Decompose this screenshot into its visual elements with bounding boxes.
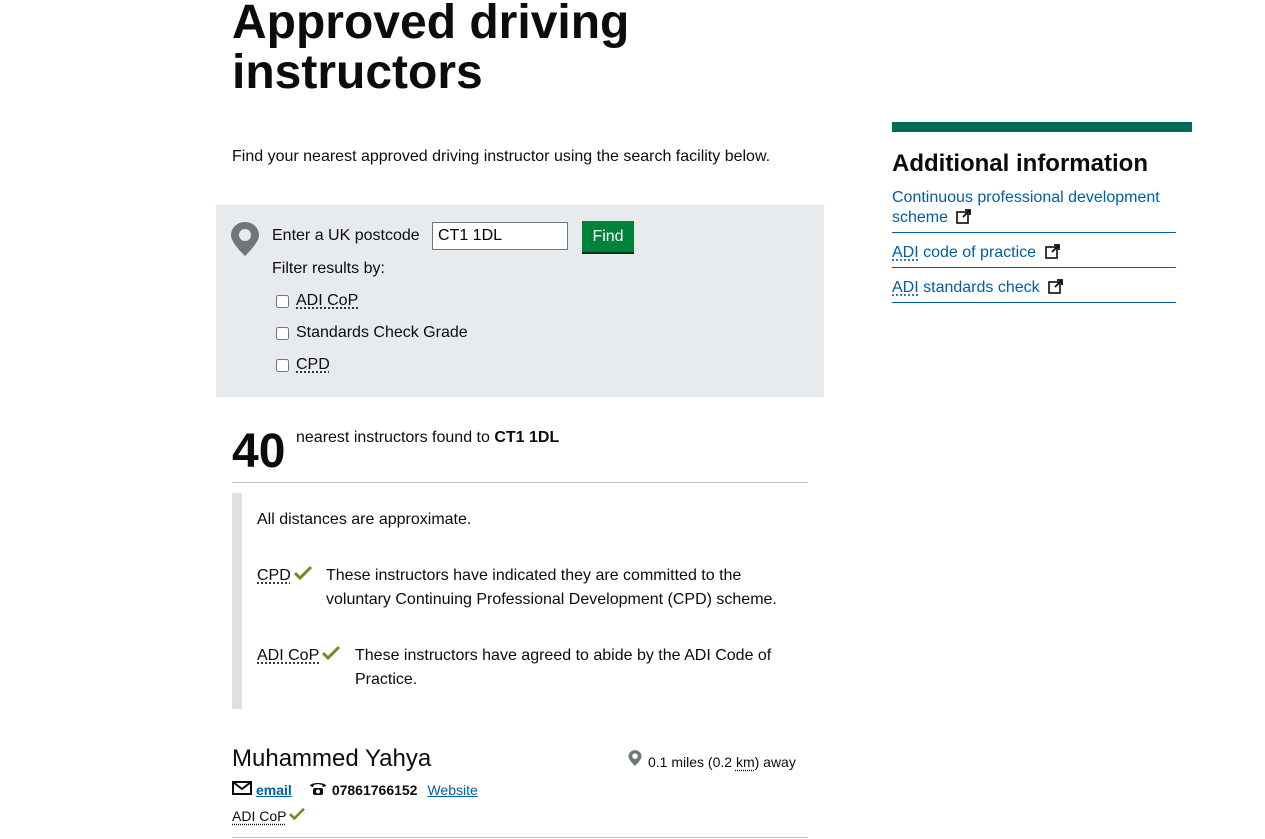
- find-button[interactable]: Find: [582, 221, 634, 252]
- external-link-icon: [956, 209, 972, 230]
- instructor-distance: 0.1 miles (0.2 km) away: [628, 749, 796, 770]
- map-pin-icon: [230, 221, 260, 262]
- filter-cpd-label: CPD: [296, 356, 330, 373]
- sidebar-link-adi-standards-check[interactable]: ADI standards check: [892, 278, 1176, 303]
- key-desc-adi-cop: These instructors have agreed to abide b…: [355, 647, 772, 688]
- key-term-adi-cop: ADI CoP: [257, 645, 341, 666]
- distance-unit: km: [735, 754, 755, 770]
- additional-information-sidebar: Additional information Continuous profes…: [892, 122, 1192, 313]
- key-desc-cpd: These instructors have indicated they ar…: [326, 567, 777, 608]
- sidebar-link-standards-check-label: standards check: [918, 279, 1040, 296]
- key-term-adi-cop-label: ADI CoP: [257, 646, 320, 664]
- filter-cpd[interactable]: CPD: [276, 356, 330, 374]
- filter-standards-check-grade-label: Standards Check Grade: [296, 324, 468, 341]
- telephone-icon: [308, 780, 328, 799]
- badge-label: ADI CoP: [232, 807, 287, 824]
- results-summary-text: nearest instructors found to: [296, 429, 490, 446]
- envelope-icon: [232, 781, 252, 798]
- filter-label: Filter results by:: [272, 260, 385, 277]
- filter-standards-check-grade-checkbox[interactable]: [276, 326, 289, 340]
- sidebar-link-cpd-scheme-label: Continuous professional development sche…: [892, 189, 1160, 226]
- filter-adi-cop-label: ADI CoP: [296, 292, 359, 309]
- page-intro: Find your nearest approved driving instr…: [232, 148, 771, 165]
- results-postcode: CT1 1DL: [494, 429, 560, 446]
- checkmark-icon: [289, 807, 306, 824]
- filter-standards-check-grade[interactable]: Standards Check Grade: [276, 324, 468, 342]
- sidebar-link-code-of-practice-label: code of practice: [918, 244, 1037, 261]
- website-link[interactable]: Website: [427, 782, 477, 798]
- phone-number: 07861766152: [331, 781, 418, 798]
- page-title: Approved driving instructors: [232, 0, 630, 99]
- distance-text: 0.1 miles (0.2 km) away: [648, 754, 796, 770]
- sidebar-heading: Additional information: [892, 150, 1148, 177]
- checkmark-icon: [322, 645, 341, 666]
- key-note: All distances are approximate.: [257, 511, 472, 528]
- key-term-cpd: CPD: [257, 565, 312, 586]
- filter-adi-cop-checkbox[interactable]: [276, 294, 289, 308]
- external-link-icon: [1044, 244, 1060, 265]
- sidebar-link-adi-abbr: ADI: [892, 244, 919, 261]
- postcode-input[interactable]: [432, 222, 568, 250]
- sidebar-accent-bar: [892, 122, 1192, 132]
- filter-adi-cop[interactable]: ADI CoP: [276, 292, 358, 310]
- instructor-contact: email 07861766152 Website: [232, 780, 478, 799]
- search-panel: Enter a UK postcode Find Filter results …: [216, 205, 824, 397]
- filter-cpd-checkbox[interactable]: [276, 358, 289, 372]
- external-link-icon: [1048, 279, 1063, 300]
- results-divider: [232, 482, 808, 483]
- map-pin-icon: [628, 749, 642, 770]
- postcode-label: Enter a UK postcode: [272, 227, 420, 244]
- key-term-cpd-label: CPD: [257, 566, 291, 584]
- checkmark-icon: [293, 565, 312, 586]
- results-summary: nearest instructors found to CT1 1DL: [296, 429, 559, 447]
- results-count: 40: [232, 425, 286, 478]
- sidebar-link-adi-abbr: ADI: [892, 279, 919, 296]
- instructor-divider: [232, 837, 808, 838]
- key-panel: All distances are approximate. CPD These…: [232, 493, 808, 709]
- instructor-badge: ADI CoP: [232, 807, 306, 824]
- sidebar-link-cpd-scheme[interactable]: Continuous professional development sche…: [892, 188, 1176, 233]
- email-link[interactable]: email: [256, 782, 292, 798]
- sidebar-link-adi-code-of-practice[interactable]: ADI code of practice: [892, 243, 1176, 268]
- instructor-name: Muhammed Yahya: [232, 745, 432, 772]
